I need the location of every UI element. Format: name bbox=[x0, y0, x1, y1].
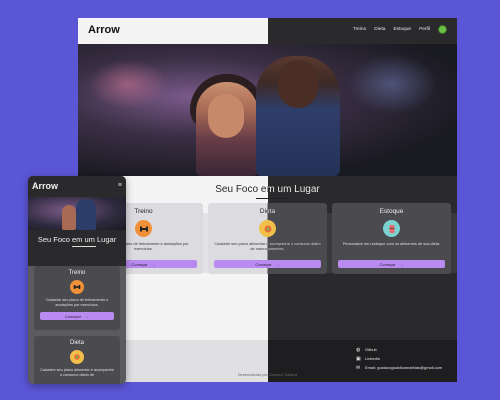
social-label: Email: gustavogsaldivamathias@gmail.com bbox=[365, 365, 443, 370]
card-title: Dieta bbox=[69, 340, 84, 346]
mobile-preview: Arrow ≡ Seu Foco em um Lugar Treino Cada… bbox=[28, 176, 126, 384]
nav-item-dieta[interactable]: Dieta bbox=[374, 27, 385, 32]
card-title: Dieta bbox=[208, 208, 327, 215]
page-title: Seu Foco em um Lugar bbox=[78, 184, 457, 195]
navbar: Arrow Treino Dieta Estoque Perfil bbox=[78, 18, 457, 44]
social-github[interactable]: ◍ Github bbox=[356, 345, 442, 354]
card-title: Treino bbox=[68, 270, 86, 276]
social-linkedin[interactable]: ▣ LinkedIn bbox=[356, 354, 442, 363]
button-label: Começar bbox=[255, 261, 272, 267]
fridge-icon bbox=[383, 220, 400, 237]
card-description: Cadastre seu plano de treinamento e anot… bbox=[45, 298, 109, 308]
mobile-navbar: Arrow ≡ bbox=[28, 176, 126, 197]
card-description: Personalize seu estoque com os alimentos… bbox=[342, 241, 441, 246]
github-icon: ◍ bbox=[356, 346, 361, 353]
social-label: LinkedIn bbox=[365, 356, 381, 361]
card-dieta: Dieta Cadastre seu plano alimentar e aco… bbox=[208, 203, 327, 274]
brand-logo[interactable]: Arrow bbox=[88, 24, 120, 36]
arrow-right-icon: → bbox=[275, 261, 280, 267]
food-icon bbox=[259, 220, 276, 237]
card-description: Cadastre seu plano alimentar e acompanhe… bbox=[40, 368, 114, 378]
title-underline bbox=[256, 198, 292, 199]
social-label: Github bbox=[365, 347, 377, 352]
title-underline bbox=[72, 246, 96, 247]
card-estoque: Estoque Personalize seu estoque com os a… bbox=[332, 203, 451, 274]
button-label: Começar bbox=[64, 313, 82, 319]
linkedin-icon: ▣ bbox=[356, 355, 361, 362]
avatar[interactable] bbox=[438, 25, 447, 34]
mail-icon: ✉ bbox=[356, 364, 361, 371]
arrow-right-icon: → bbox=[151, 261, 156, 267]
card-treino: Treino Cadastre seu plano de treinamento… bbox=[34, 266, 120, 330]
arrow-right-icon: → bbox=[399, 261, 404, 267]
nav-item-treino[interactable]: Treino bbox=[353, 27, 366, 32]
desktop-preview: Arrow Treino Dieta Estoque Perfil Seu Fo… bbox=[78, 18, 457, 382]
page-title: Seu Foco em um Lugar bbox=[37, 235, 117, 244]
start-button-treino[interactable]: Começar → bbox=[40, 312, 114, 321]
card-description: Cadastre seu plano alimentar e acompanhe… bbox=[214, 241, 321, 252]
dumbbell-icon bbox=[135, 220, 152, 237]
social-links: ◍ Github ▣ LinkedIn ✉ Email: gustavogsal… bbox=[356, 345, 442, 372]
hero-image bbox=[78, 44, 457, 176]
start-button-dieta[interactable]: Começar → bbox=[214, 260, 321, 268]
card-title: Estoque bbox=[379, 208, 404, 215]
button-label: Começar bbox=[379, 261, 396, 267]
nav-links: Treino Dieta Estoque Perfil bbox=[353, 25, 447, 34]
food-icon bbox=[70, 350, 84, 364]
nav-item-perfil[interactable]: Perfil bbox=[419, 27, 430, 32]
hero-image bbox=[28, 197, 126, 230]
start-button-estoque[interactable]: Começar → bbox=[338, 260, 445, 268]
hamburger-menu-icon[interactable]: ≡ bbox=[118, 182, 122, 189]
dumbbell-icon bbox=[70, 280, 84, 294]
footer-credit: Desenvolvido por Gustavo Saldiva bbox=[237, 372, 298, 377]
social-email[interactable]: ✉ Email: gustavogsaldivamathias@gmail.co… bbox=[356, 363, 442, 372]
nav-item-estoque[interactable]: Estoque bbox=[393, 27, 411, 32]
card-dieta: Dieta Cadastre seu plano alimentar e aco… bbox=[34, 336, 120, 384]
button-label: Começar bbox=[131, 261, 148, 267]
brand-logo[interactable]: Arrow bbox=[32, 181, 58, 191]
page-title-text: Seu Foco em um Lugar bbox=[215, 184, 320, 195]
arrow-right-icon: → bbox=[85, 313, 90, 319]
